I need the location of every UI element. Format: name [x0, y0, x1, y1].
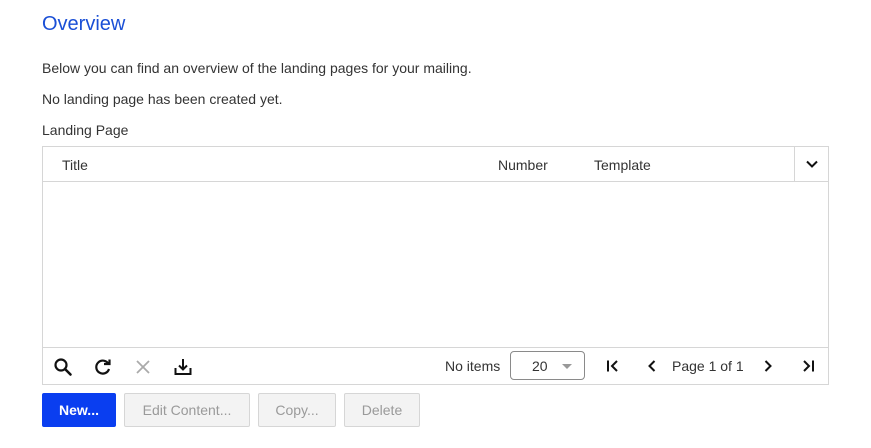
page-size-select[interactable]: 20	[510, 351, 585, 380]
export-button[interactable]	[172, 356, 194, 378]
previous-page-button[interactable]	[642, 356, 662, 376]
refresh-button[interactable]	[92, 356, 114, 378]
column-header-title[interactable]: Title	[62, 157, 88, 173]
chevron-right-icon	[764, 360, 772, 372]
landing-page-grid: Title Number Template No items 20 Page 1…	[42, 146, 829, 385]
grid-header: Title Number Template	[43, 147, 828, 182]
refresh-icon	[95, 359, 111, 375]
caret-down-icon	[562, 364, 572, 369]
empty-message: No landing page has been created yet.	[42, 91, 283, 107]
items-count: No items	[445, 358, 501, 374]
clear-filter-button[interactable]	[132, 356, 154, 378]
new-button[interactable]: New...	[42, 393, 116, 427]
column-header-template[interactable]: Template	[594, 157, 651, 173]
download-icon	[174, 359, 192, 375]
search-icon	[54, 358, 72, 376]
delete-button[interactable]: Delete	[344, 393, 420, 427]
page-title: Overview	[42, 13, 126, 35]
chevron-down-icon	[805, 160, 818, 168]
edit-content-button[interactable]: Edit Content...	[124, 393, 250, 427]
first-page-icon	[607, 360, 618, 372]
last-page-icon	[803, 360, 814, 372]
page-description: Below you can find an overview of the la…	[42, 60, 472, 76]
grid-label: Landing Page	[42, 122, 129, 138]
first-page-button[interactable]	[603, 356, 623, 376]
next-page-button[interactable]	[758, 356, 778, 376]
search-button[interactable]	[52, 356, 74, 378]
chevron-left-icon	[648, 360, 656, 372]
page-indicator: Page 1 of 1	[672, 358, 744, 374]
grid-body	[43, 182, 828, 348]
last-page-button[interactable]	[798, 356, 818, 376]
page-size-value: 20	[532, 358, 548, 374]
column-header-number[interactable]: Number	[498, 157, 548, 173]
grid-footer: No items 20 Page 1 of 1	[43, 347, 828, 384]
copy-button[interactable]: Copy...	[258, 393, 336, 427]
column-menu-button[interactable]	[794, 147, 828, 181]
close-icon	[136, 360, 150, 374]
